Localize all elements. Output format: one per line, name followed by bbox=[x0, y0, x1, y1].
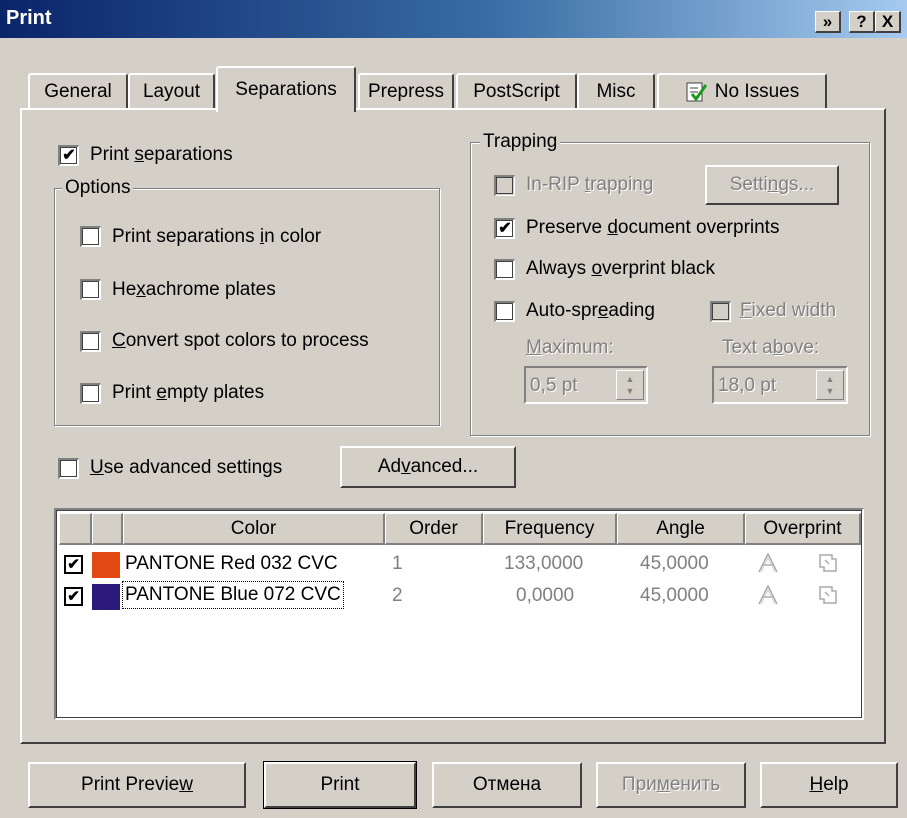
title-bar[interactable] bbox=[0, 0, 907, 38]
header-order[interactable]: Order bbox=[385, 513, 483, 545]
spin-arrows-icon[interactable]: ▲ ▼ bbox=[816, 370, 844, 400]
header-overprint[interactable]: Overprint bbox=[745, 513, 861, 545]
color-swatch bbox=[92, 552, 120, 578]
close-icon: X bbox=[881, 11, 894, 31]
print-empty-checkbox[interactable] bbox=[80, 383, 101, 404]
print-button[interactable]: Print bbox=[263, 761, 417, 809]
cancel-button[interactable]: Отмена bbox=[432, 762, 582, 808]
plates-table[interactable]: Color Order Frequency Angle Overprint ✔ … bbox=[54, 508, 864, 720]
tab-layout[interactable]: Layout bbox=[128, 73, 215, 109]
header-check-col[interactable] bbox=[59, 513, 92, 545]
tab-label: No Issues bbox=[714, 81, 800, 102]
order-value: 1 bbox=[392, 553, 403, 574]
tab-no-issues[interactable]: No Issues bbox=[657, 73, 827, 109]
maximum-label: Maximum: bbox=[526, 337, 614, 358]
window-title: Print bbox=[6, 7, 52, 29]
tab-label: Layout bbox=[142, 81, 201, 102]
in-rip-trapping-checkbox[interactable] bbox=[494, 175, 515, 196]
table-row[interactable]: ✔ PANTONE Red 032 CVC 1 133,0000 45,0000 bbox=[56, 550, 856, 580]
table-row[interactable]: ✔ PANTONE Blue 072 CVC 2 0,0000 45,0000 bbox=[56, 581, 856, 613]
print-in-color-checkbox[interactable] bbox=[80, 226, 101, 247]
fixed-width-label: Fixed width bbox=[740, 300, 837, 321]
color-swatch bbox=[92, 584, 120, 610]
tab-label: Misc bbox=[596, 81, 636, 102]
order-value: 2 bbox=[392, 585, 403, 606]
maximum-spinbox[interactable]: 0,5 pt ▲ ▼ bbox=[524, 366, 648, 404]
overprint-outline-icon[interactable] bbox=[816, 551, 840, 581]
use-advanced-checkbox[interactable] bbox=[58, 458, 79, 479]
row-checkbox[interactable]: ✔ bbox=[64, 587, 83, 606]
tab-label: Separations bbox=[235, 79, 337, 100]
tab-label: PostScript bbox=[473, 81, 560, 102]
auto-spreading-label: Auto-spreading bbox=[526, 300, 655, 321]
print-preview-button[interactable]: Print Previe w bbox=[28, 762, 246, 808]
tab-misc[interactable]: Misc bbox=[577, 73, 655, 109]
apply-button[interactable]: При м енить bbox=[596, 762, 746, 808]
question-icon: ? bbox=[856, 11, 867, 31]
header-angle[interactable]: Angle bbox=[617, 513, 745, 545]
angle-value: 45,0000 bbox=[640, 585, 709, 606]
tab-separations[interactable]: Separations bbox=[216, 66, 356, 112]
always-overprint-black-checkbox[interactable] bbox=[494, 259, 515, 280]
header-color[interactable]: Color bbox=[123, 513, 385, 545]
color-name: PANTONE Blue 072 CVC bbox=[122, 581, 344, 609]
overprint-fill-icon[interactable] bbox=[756, 583, 780, 613]
use-advanced-label: Use advanced settings bbox=[90, 457, 283, 478]
help-button[interactable]: Help bbox=[760, 762, 898, 808]
double-chevron-icon: » bbox=[822, 11, 833, 31]
fixed-width-checkbox[interactable] bbox=[710, 301, 731, 322]
in-rip-trapping-label: In-RIP trapping bbox=[526, 174, 654, 195]
tab-postscript[interactable]: PostScript bbox=[456, 73, 577, 109]
tab-label: General bbox=[44, 81, 112, 102]
angle-value: 45,0000 bbox=[640, 553, 709, 574]
advanced-button[interactable]: Ad v anced... bbox=[340, 446, 516, 488]
convert-spot-label: Convert spot colors to process bbox=[112, 330, 369, 351]
color-name: PANTONE Red 032 CVC bbox=[125, 553, 338, 574]
text-above-spinbox[interactable]: 18,0 pt ▲ ▼ bbox=[712, 366, 848, 404]
frequency-value: 0,0000 bbox=[516, 585, 575, 606]
options-legend: Options bbox=[62, 177, 134, 199]
row-checkbox[interactable]: ✔ bbox=[64, 555, 83, 574]
print-separations-checkbox[interactable]: ✔ bbox=[58, 145, 79, 166]
text-above-value: 18,0 pt bbox=[718, 375, 777, 396]
print-empty-label: Print empty plates bbox=[112, 382, 265, 403]
always-overprint-black-label: Always overprint black bbox=[526, 258, 716, 279]
check-document-icon bbox=[685, 81, 707, 103]
hexachrome-label: Hexachrome plates bbox=[112, 279, 276, 300]
hexachrome-checkbox[interactable] bbox=[80, 279, 101, 300]
maximum-value: 0,5 pt bbox=[530, 375, 578, 396]
tab-general[interactable]: General bbox=[28, 73, 128, 109]
preserve-overprints-label: Preserve document overprints bbox=[526, 217, 780, 238]
spin-arrows-icon[interactable]: ▲ ▼ bbox=[616, 370, 644, 400]
print-in-color-label: Print separations in color bbox=[112, 226, 322, 247]
header-swatch-col[interactable] bbox=[92, 513, 123, 545]
preserve-overprints-checkbox[interactable]: ✔ bbox=[494, 218, 515, 239]
close-button[interactable]: X bbox=[875, 11, 901, 33]
convert-spot-checkbox[interactable] bbox=[80, 331, 101, 352]
text-above-label: Text above: bbox=[722, 337, 820, 358]
header-frequency[interactable]: Frequency bbox=[483, 513, 617, 545]
tab-extra-button[interactable]: » bbox=[815, 11, 841, 33]
frequency-value: 133,0000 bbox=[504, 553, 584, 574]
print-separations-label: Print separations bbox=[90, 144, 233, 165]
overprint-outline-icon[interactable] bbox=[816, 583, 840, 613]
overprint-fill-icon[interactable] bbox=[756, 551, 780, 581]
trapping-legend: Trapping bbox=[480, 131, 561, 153]
auto-spreading-checkbox[interactable] bbox=[494, 301, 515, 322]
tab-prepress[interactable]: Prepress bbox=[358, 73, 454, 109]
tab-label: Prepress bbox=[367, 81, 445, 102]
trapping-settings-button[interactable]: Setti n gs... bbox=[705, 165, 839, 205]
help-title-button[interactable]: ? bbox=[849, 11, 875, 33]
